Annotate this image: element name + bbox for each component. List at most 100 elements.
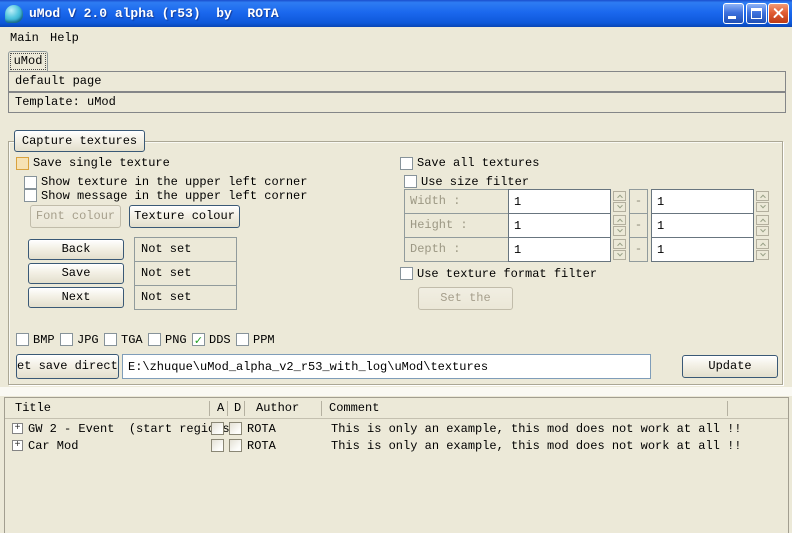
depth-label: Depth : — [404, 237, 509, 262]
height-label: Height : — [404, 213, 509, 238]
row-a-checkbox[interactable] — [211, 439, 224, 452]
menu-help[interactable]: Help — [44, 30, 85, 47]
page-name-field: default page — [8, 71, 786, 92]
dds-label: DDS — [209, 334, 231, 347]
width-range-separator: - — [629, 189, 648, 214]
back-key-field: Not set — [134, 237, 237, 262]
width-max-input[interactable] — [651, 189, 754, 214]
row-d-checkbox[interactable] — [229, 439, 242, 452]
close-button[interactable] — [768, 3, 789, 24]
spin-up-icon — [760, 243, 766, 249]
use-texture-format-filter-checkbox[interactable] — [400, 267, 413, 280]
maximize-button[interactable] — [746, 3, 767, 24]
width-min-spinner[interactable] — [613, 191, 626, 213]
row-comment: This is only an example, this mod does n… — [331, 423, 741, 436]
tga-label: TGA — [121, 334, 143, 347]
show-message-checkbox[interactable] — [24, 189, 37, 202]
minimize-button[interactable] — [723, 3, 744, 24]
save-single-texture-checkbox[interactable] — [16, 157, 29, 170]
column-header-author[interactable]: Author — [256, 401, 299, 416]
menu-main[interactable]: Main — [4, 30, 45, 47]
row-d-checkbox[interactable] — [229, 422, 242, 435]
spin-down-icon — [760, 203, 766, 209]
width-min-input[interactable] — [508, 189, 611, 214]
set-save-directory-button[interactable]: et save director — [16, 354, 119, 379]
height-max-input[interactable] — [651, 213, 754, 238]
spin-down-icon — [760, 251, 766, 257]
title-bar: uMod V 2.0 alpha (r53) by ROTA — [0, 0, 792, 27]
width-label: Width : — [404, 189, 509, 214]
texture-colour-button[interactable]: Texture colour — [129, 205, 240, 228]
row-a-checkbox[interactable] — [211, 422, 224, 435]
jpg-label: JPG — [77, 334, 99, 347]
use-size-filter-label: Use size filter — [421, 176, 529, 189]
show-texture-label: Show texture in the upper left corner — [41, 176, 307, 189]
save-all-textures-checkbox[interactable] — [400, 157, 413, 170]
depth-min-input[interactable] — [508, 237, 611, 262]
column-header-title[interactable]: Title — [15, 401, 51, 416]
ppm-checkbox[interactable] — [236, 333, 249, 346]
tga-checkbox[interactable] — [104, 333, 117, 346]
bmp-label: BMP — [33, 334, 55, 347]
depth-max-input[interactable] — [651, 237, 754, 262]
height-range-separator: - — [629, 213, 648, 238]
font-colour-button[interactable]: Font colour — [30, 205, 121, 228]
save-directory-path-input[interactable] — [122, 354, 651, 379]
column-header-comment[interactable]: Comment — [329, 401, 379, 416]
png-checkbox[interactable] — [148, 333, 161, 346]
template-field: Template: uMod — [8, 92, 786, 113]
row-author: ROTA — [247, 440, 276, 453]
tab-umod[interactable]: uMod — [8, 51, 48, 72]
depth-max-spinner[interactable] — [756, 239, 769, 261]
spin-up-icon — [617, 195, 623, 201]
spin-down-icon — [760, 227, 766, 233]
column-header-a[interactable]: A — [217, 401, 224, 416]
dds-checkbox[interactable]: ✓ — [192, 333, 205, 346]
row-author: ROTA — [247, 423, 276, 436]
back-button[interactable]: Back — [28, 239, 124, 260]
save-button[interactable]: Save — [28, 263, 124, 284]
depth-min-spinner[interactable] — [613, 239, 626, 261]
spin-up-icon — [617, 219, 623, 225]
expand-icon[interactable]: + — [12, 423, 23, 434]
row-comment: This is only an example, this mod does n… — [331, 440, 741, 453]
save-single-texture-label: Save single texture — [33, 157, 170, 170]
spin-down-icon — [617, 203, 623, 209]
png-label: PNG — [165, 334, 187, 347]
table-header: Title A D Author Comment — [5, 398, 788, 419]
row-title: Car Mod — [28, 440, 78, 453]
show-texture-checkbox[interactable] — [24, 176, 37, 189]
minimize-icon — [728, 16, 736, 19]
window-title: uMod V 2.0 alpha (r53) by ROTA — [29, 6, 279, 21]
use-texture-format-filter-label: Use texture format filter — [417, 268, 597, 281]
row-title: GW 2 - Event (start regions) — [28, 423, 237, 436]
splitter[interactable] — [0, 387, 792, 396]
save-all-textures-label: Save all textures — [417, 157, 539, 170]
jpg-checkbox[interactable] — [60, 333, 73, 346]
table-row[interactable]: + GW 2 - Event (start regions) ROTA This… — [5, 421, 788, 438]
ppm-label: PPM — [253, 334, 275, 347]
spin-up-icon — [617, 243, 623, 249]
column-header-d[interactable]: D — [234, 401, 241, 416]
spin-up-icon — [760, 219, 766, 225]
next-button[interactable]: Next — [28, 287, 124, 308]
maximize-icon — [751, 8, 762, 19]
spin-up-icon — [760, 195, 766, 201]
update-button[interactable]: Update — [682, 355, 778, 378]
width-max-spinner[interactable] — [756, 191, 769, 213]
depth-range-separator: - — [629, 237, 648, 262]
mod-list-table: Title A D Author Comment + GW 2 - Event … — [4, 397, 789, 533]
next-key-field: Not set — [134, 285, 237, 310]
save-key-field: Not set — [134, 261, 237, 286]
spin-down-icon — [617, 227, 623, 233]
use-size-filter-checkbox[interactable] — [404, 175, 417, 188]
set-the-filter-button[interactable]: Set the filter — [418, 287, 513, 310]
expand-icon[interactable]: + — [12, 440, 23, 451]
table-row[interactable]: + Car Mod ROTA This is only an example, … — [5, 438, 788, 455]
bmp-checkbox[interactable] — [16, 333, 29, 346]
height-min-input[interactable] — [508, 213, 611, 238]
capture-textures-toggle-button[interactable]: Capture textures << — [14, 130, 145, 152]
height-min-spinner[interactable] — [613, 215, 626, 237]
height-max-spinner[interactable] — [756, 215, 769, 237]
spin-down-icon — [617, 251, 623, 257]
